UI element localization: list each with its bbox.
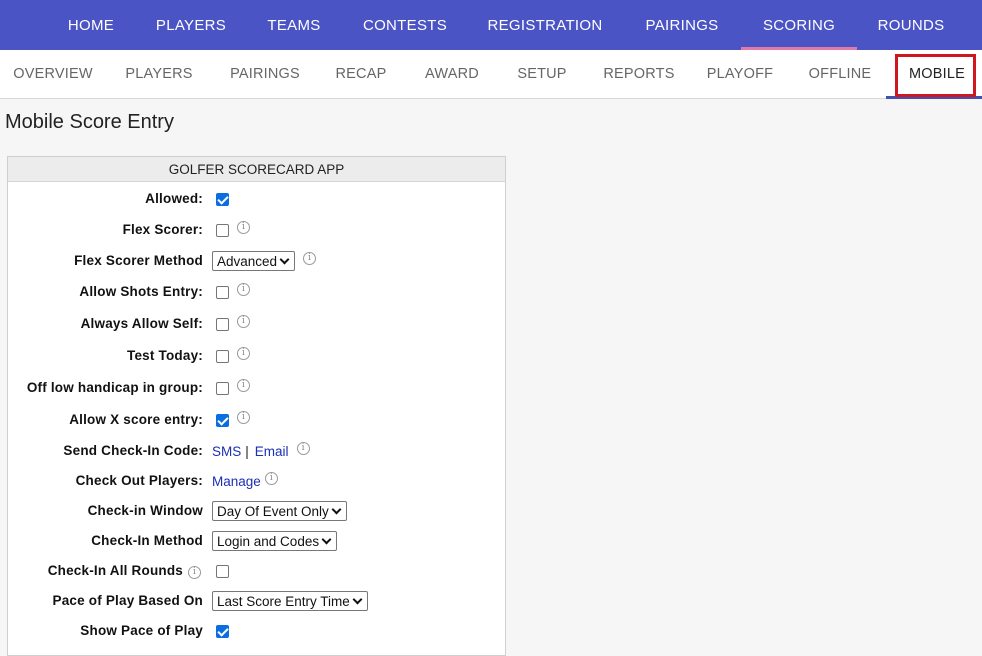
top-nav-contests[interactable]: CONTESTS	[356, 0, 454, 50]
sub-nav-playoff[interactable]: PLAYOFF	[700, 50, 780, 98]
row-allowed: Allowed:	[8, 188, 507, 210]
sub-nav-offline[interactable]: OFFLINE	[800, 50, 880, 98]
row-flex-scorer: Flex Scorer: i	[8, 219, 507, 241]
sub-nav-recap[interactable]: RECAP	[330, 50, 392, 98]
info-icon[interactable]: i	[237, 314, 250, 328]
info-icon[interactable]: i	[237, 220, 250, 234]
info-icon[interactable]: i	[237, 346, 250, 360]
sub-nav-players[interactable]: PLAYERS	[118, 50, 200, 98]
email-link[interactable]: Email	[255, 444, 289, 459]
row-always-allow-self: Always Allow Self: i	[8, 313, 507, 335]
sub-nav-setup[interactable]: SETUP	[508, 50, 576, 98]
chevron-down-icon	[352, 594, 363, 604]
row-label: Allow Shots Entry:	[79, 284, 203, 299]
check-in-window-select[interactable]: Day Of Event Only	[212, 501, 347, 521]
off-low-handicap-checkbox[interactable]	[216, 381, 229, 395]
top-nav-players[interactable]: PLAYERS	[150, 0, 232, 50]
row-label: Always Allow Self:	[80, 316, 203, 331]
row-allow-x-score: Allow X score entry: i	[8, 409, 507, 431]
panel-header: GOLFER SCORECARD APP	[8, 157, 505, 182]
info-icon[interactable]: i	[237, 378, 250, 392]
top-nav: HOME PLAYERS TEAMS CONTESTS REGISTRATION…	[0, 0, 982, 50]
golfer-scorecard-panel: GOLFER SCORECARD APP Allowed: Flex Score…	[7, 156, 506, 656]
top-nav-rounds[interactable]: ROUNDS	[869, 0, 953, 50]
row-flex-scorer-method: Flex Scorer Method Advanced i	[8, 250, 507, 272]
select-value: Login and Codes	[217, 533, 320, 549]
link-separator: |	[245, 443, 249, 459]
info-icon[interactable]: i	[303, 251, 317, 265]
row-send-check-in-code: Send Check-In Code: SMS | Email i	[8, 440, 507, 462]
check-in-method-select[interactable]: Login and Codes	[212, 531, 338, 551]
info-icon[interactable]: i	[237, 282, 250, 296]
info-icon[interactable]: i	[264, 471, 278, 485]
flex-scorer-method-select[interactable]: Advanced	[212, 251, 296, 271]
flex-scorer-checkbox[interactable]	[216, 223, 229, 237]
show-pace-of-play-checkbox[interactable]	[216, 624, 229, 638]
row-label: Test Today:	[127, 348, 203, 363]
sub-nav-pairings[interactable]: PAIRINGS	[220, 50, 310, 98]
row-label: Check-In Method	[91, 533, 203, 548]
top-nav-pairings[interactable]: PAIRINGS	[636, 0, 728, 50]
row-allow-shots-entry: Allow Shots Entry: i	[8, 281, 507, 303]
row-show-pace-of-play: Show Pace of Play	[8, 620, 507, 642]
row-pace-of-play-based-on: Pace of Play Based On Last Score Entry T…	[8, 590, 507, 612]
chevron-down-icon	[331, 504, 342, 514]
sub-nav-award[interactable]: AWARD	[414, 50, 490, 98]
allowed-checkbox[interactable]	[216, 192, 229, 206]
sms-link[interactable]: SMS	[212, 444, 241, 459]
pace-of-play-select[interactable]: Last Score Entry Time	[212, 591, 368, 611]
row-check-in-all-rounds: Check-In All Rounds i	[8, 560, 507, 582]
row-check-out-players: Check Out Players: Manage i	[8, 470, 507, 492]
select-value: Day Of Event Only	[217, 503, 329, 519]
always-allow-self-checkbox[interactable]	[216, 317, 229, 331]
page-title: Mobile Score Entry	[5, 111, 174, 133]
select-value: Advanced	[217, 253, 278, 269]
highlight-box	[895, 54, 976, 97]
row-label: Pace of Play Based On	[52, 593, 203, 608]
allow-x-score-checkbox[interactable]	[216, 413, 229, 427]
manage-link[interactable]: Manage	[212, 474, 261, 489]
sub-nav-overview[interactable]: OVERVIEW	[4, 50, 102, 98]
test-today-checkbox[interactable]	[216, 349, 229, 363]
row-label: Allow X score entry:	[69, 412, 203, 427]
top-nav-scoring[interactable]: SCORING	[741, 0, 857, 50]
top-nav-home[interactable]: HOME	[58, 0, 124, 50]
row-label: Allowed:	[145, 191, 203, 206]
sub-nav: OVERVIEW PLAYERS PAIRINGS RECAP AWARD SE…	[0, 50, 982, 99]
info-icon[interactable]: i	[296, 441, 310, 455]
allow-shots-entry-checkbox[interactable]	[216, 285, 229, 299]
row-label: Send Check-In Code:	[63, 443, 203, 458]
row-label: Check Out Players:	[75, 473, 203, 488]
info-icon[interactable]: i	[188, 566, 201, 579]
check-in-all-rounds-checkbox[interactable]	[216, 564, 229, 578]
row-label: Check-In All Rounds	[47, 563, 183, 578]
row-check-in-window: Check-in Window Day Of Event Only	[8, 500, 507, 522]
chevron-down-icon	[321, 534, 332, 544]
row-label: Flex Scorer Method	[74, 253, 203, 268]
top-nav-teams[interactable]: TEAMS	[260, 0, 328, 50]
row-label: Off low handicap in group:	[26, 380, 203, 395]
row-label: Show Pace of Play	[80, 623, 203, 638]
row-check-in-method: Check-In Method Login and Codes	[8, 530, 507, 552]
row-label: Check-in Window	[87, 503, 203, 518]
row-label: Flex Scorer:	[122, 222, 203, 237]
row-test-today: Test Today: i	[8, 345, 507, 367]
sub-nav-reports[interactable]: REPORTS	[596, 50, 682, 98]
info-icon[interactable]: i	[237, 410, 250, 424]
row-off-low-handicap: Off low handicap in group: i	[8, 377, 507, 399]
select-value: Last Score Entry Time	[217, 593, 350, 609]
chevron-down-icon	[279, 254, 290, 264]
top-nav-registration[interactable]: REGISTRATION	[480, 0, 610, 50]
